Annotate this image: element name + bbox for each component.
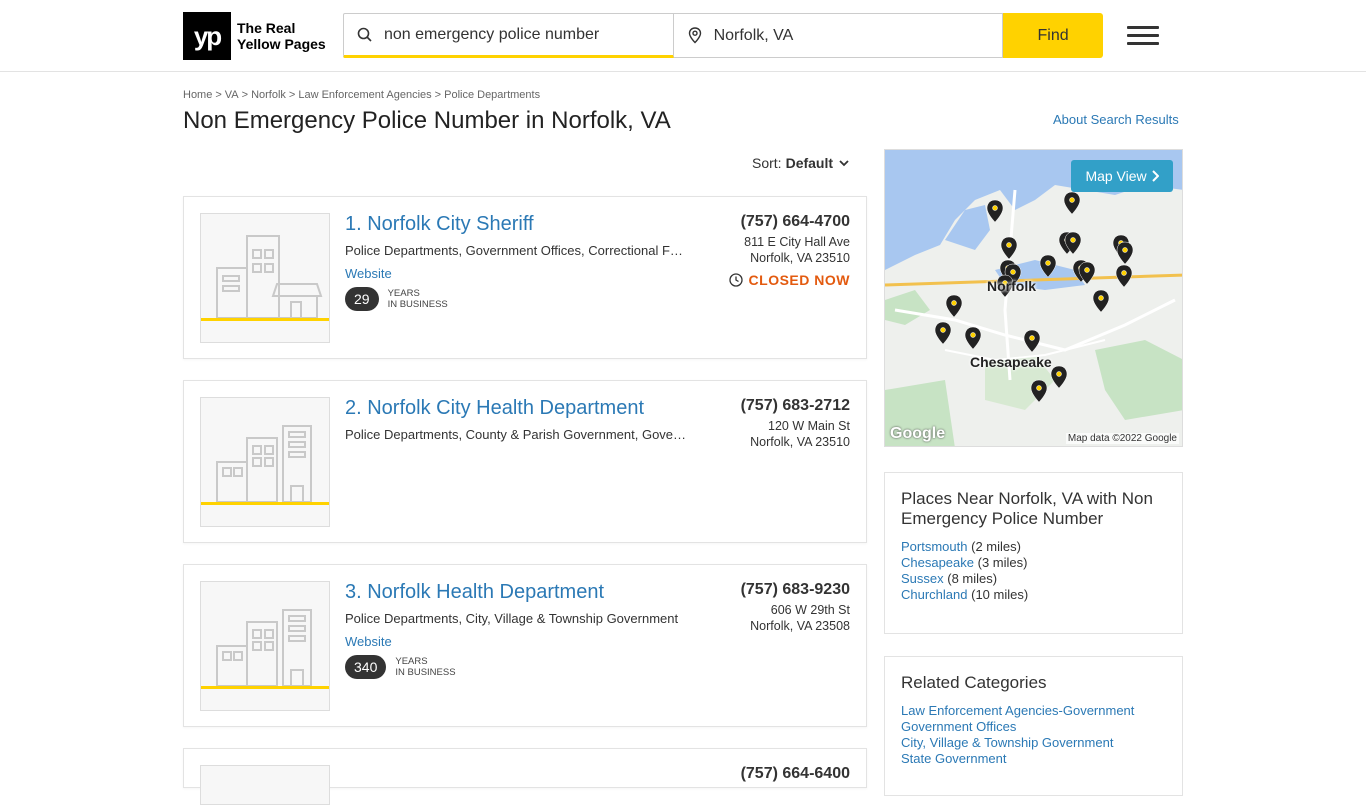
business-placeholder-image[interactable] [200,581,330,711]
street-address: 120 W Main St [768,419,850,433]
results-map[interactable]: Norfolk Chesapeake Map View Google Map d… [884,149,1183,447]
years-in-business-badge: 29 YEARS IN BUSINESS [345,287,448,311]
breadcrumb: Home > VA > Norfolk > Law Enforcement Agencies… [183,89,541,101]
related-category-link[interactable]: Government Offices [901,719,1016,734]
result-card: (757) 664-6400 [183,748,867,805]
search-bar: Find [343,13,1103,58]
phone-number[interactable]: (757) 683-9230 [741,581,850,599]
place-link[interactable]: Portsmouth [901,539,967,554]
street-address: 606 W 29th St [770,603,850,617]
breadcrumb-police-departments[interactable]: Police Departments [444,89,540,101]
place-link[interactable]: Sussex [901,571,944,586]
years-count: 29 [345,287,379,311]
breadcrumb-va[interactable]: VA [225,89,239,101]
result-title-link[interactable]: 1. Norfolk City Sheriff [345,213,534,236]
years-label: YEARS IN BUSINESS [387,288,448,310]
result-categories: Police Departments, Government Offices, … [345,243,690,258]
place-distance: (8 miles) [947,571,998,586]
result-card: 1. Norfolk City Sheriff Police Departmen… [183,196,867,359]
place-distance: (10 miles) [971,587,1029,602]
building-icon [201,235,329,321]
building-icon [201,609,329,689]
sort-value: Default [785,155,834,171]
related-categories-panel: Related Categories Law Enforcement Agenc… [884,656,1183,796]
result-categories: Police Departments, City, Village & Town… [345,611,679,626]
closed-now-text: CLOSED NOW [748,272,850,288]
place-item: Churchland (10 miles) [901,587,1166,603]
phone-number[interactable]: (757) 664-4700 [741,213,850,231]
map-image [885,150,1182,446]
street-address: 811 E City Hall Ave [744,235,850,249]
breadcrumb-law-enforcement[interactable]: Law Enforcement Agencies [298,89,431,101]
yp-logo-mark: yp [183,12,231,60]
location-pin-icon [688,27,701,44]
address: 811 E City Hall Ave Norfolk, VA 23510 [744,234,850,266]
find-button[interactable]: Find [1003,13,1103,58]
logo-mark-text: yp [193,20,222,51]
google-logo: Google [890,425,946,442]
map-attribution: Map data ©2022 Google [1065,433,1179,444]
place-item: Portsmouth (2 miles) [901,539,1166,555]
yp-logo[interactable]: yp The Real Yellow Pages [183,12,326,60]
city-state-zip: Norfolk, VA 23510 [750,435,850,449]
address: 120 W Main St Norfolk, VA 23510 [750,418,850,450]
phone-number[interactable]: (757) 683-2712 [741,397,850,415]
place-link[interactable]: Churchland [901,587,968,602]
sort-label: Sort: [752,155,782,171]
search-icon [357,27,372,42]
logo-text: The Real Yellow Pages [237,20,326,52]
search-what-field [343,13,674,58]
places-near-title: Places Near Norfolk, VA with Non Emergen… [901,489,1153,528]
hamburger-menu-icon[interactable] [1127,26,1159,46]
website-link[interactable]: Website [345,266,392,281]
open-status: CLOSED NOW [728,272,850,288]
building-icon [201,425,329,505]
city-state-zip: Norfolk, VA 23510 [750,251,850,265]
map-label-chesapeake: Chesapeake [970,354,1052,370]
website-link[interactable]: Website [345,634,392,649]
related-category-link[interactable]: Law Enforcement Agencies-Government [901,703,1134,718]
clock-icon [728,273,743,287]
map-view-button[interactable]: Map View [1071,160,1173,192]
places-near-panel: Places Near Norfolk, VA with Non Emergen… [884,472,1183,634]
result-card: 2. Norfolk City Health Department Police… [183,380,867,543]
search-input[interactable] [384,25,654,44]
sort-dropdown[interactable]: Sort: Default [752,155,849,171]
city-state-zip: Norfolk, VA 23508 [750,619,850,633]
search-where-field [673,13,1004,58]
business-placeholder-image[interactable] [200,213,330,343]
chevron-right-icon [1151,170,1159,182]
place-link[interactable]: Chesapeake [901,555,974,570]
map-label-norfolk: Norfolk [987,278,1036,294]
place-item: Chesapeake (3 miles) [901,555,1166,571]
result-title-link[interactable]: 2. Norfolk City Health Department [345,397,644,420]
related-category-link[interactable]: State Government [901,751,1007,766]
chevron-down-icon [839,160,849,167]
address: 606 W 29th St Norfolk, VA 23508 [750,602,850,634]
breadcrumb-home[interactable]: Home [183,89,212,101]
page-title: Non Emergency Police Number in Norfolk, … [183,107,671,134]
place-item: Sussex (8 miles) [901,571,1166,587]
years-label: YEARS IN BUSINESS [395,656,456,678]
years-count: 340 [345,655,387,679]
about-search-results-link[interactable]: About Search Results [1053,112,1179,127]
place-distance: (3 miles) [977,555,1028,570]
logo-line2: Yellow Pages [237,36,326,52]
business-placeholder-image[interactable] [200,397,330,527]
logo-line1: The Real [237,20,296,36]
result-categories: Police Departments, County & Parish Gove… [345,427,690,442]
related-category-link[interactable]: City, Village & Township Government [901,735,1113,750]
result-card: 3. Norfolk Health Department Police Depa… [183,564,867,727]
result-title-link[interactable]: 3. Norfolk Health Department [345,581,604,604]
place-distance: (2 miles) [971,539,1021,554]
location-input[interactable] [713,26,984,45]
breadcrumb-norfolk[interactable]: Norfolk [251,89,286,101]
business-placeholder-image[interactable] [200,765,330,805]
years-in-business-badge: 340 YEARS IN BUSINESS [345,655,456,679]
site-header: yp The Real Yellow Pages Find [0,0,1366,72]
related-categories-title: Related Categories [901,673,1047,692]
